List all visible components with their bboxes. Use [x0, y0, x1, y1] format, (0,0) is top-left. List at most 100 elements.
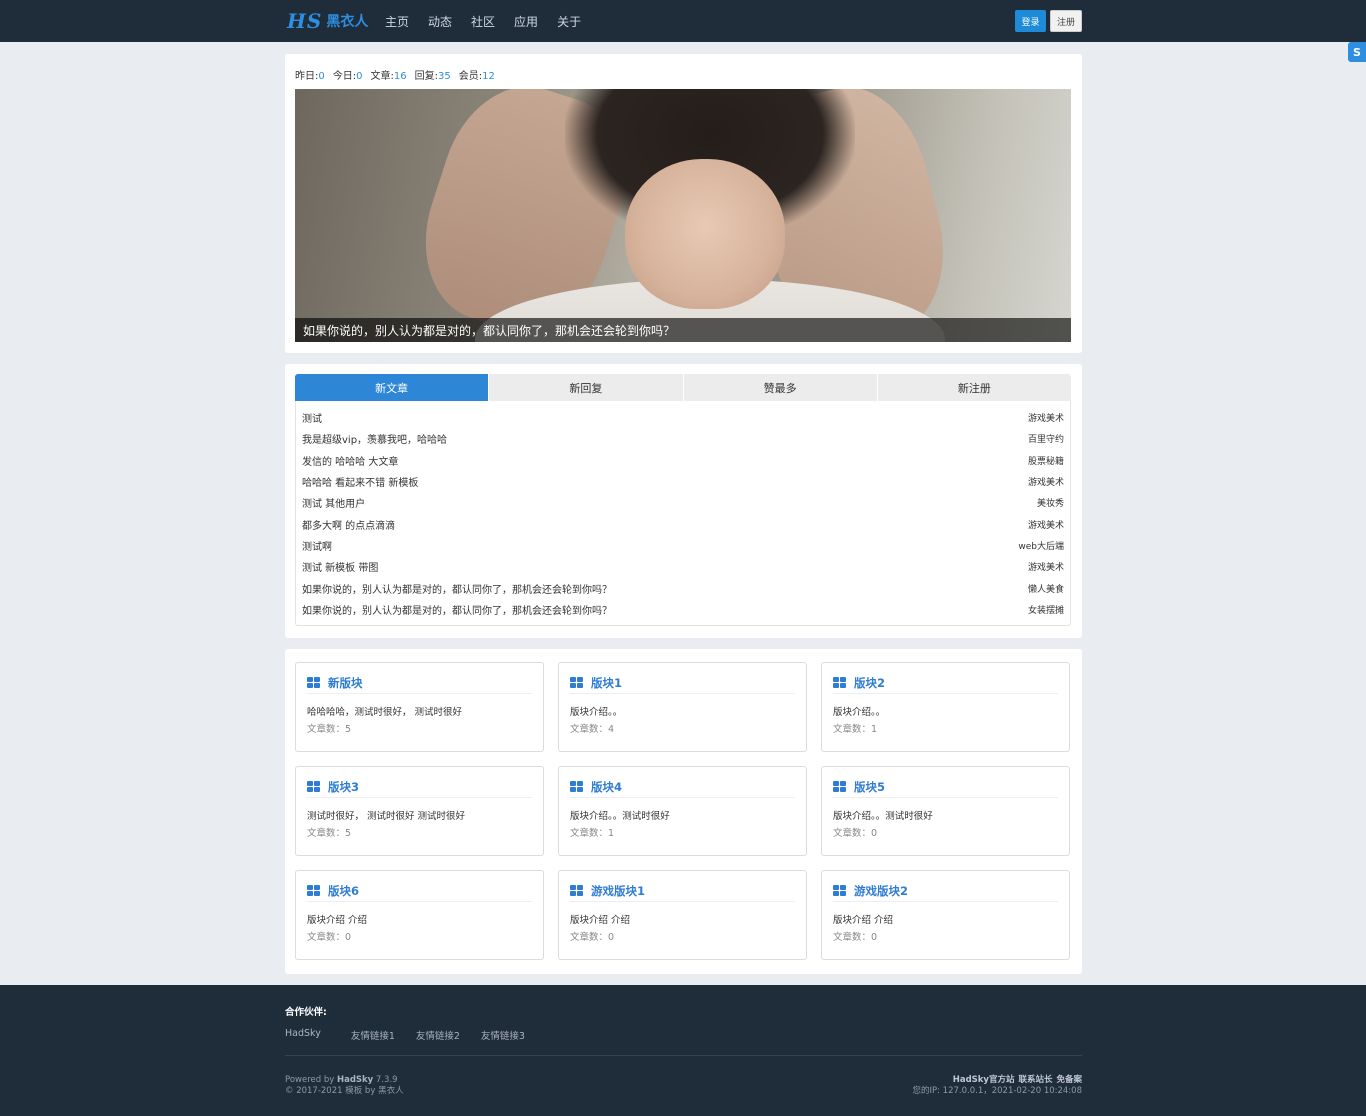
article-title[interactable]: 测试 新模板 带图 [302, 559, 378, 574]
list-item: 测试 其他用户 美妆秀 [296, 492, 1070, 513]
article-title[interactable]: 发信的 哈哈哈 大文章 [302, 453, 398, 468]
footer-info: HadSky官方站 联系站长 免备案 您的IP: 127.0.0.1，2021-02… [912, 1075, 1082, 1097]
article-category[interactable]: 百里守约 [1028, 432, 1064, 445]
board-name[interactable]: 版块4 [591, 779, 622, 795]
article-list: 测试 游戏美术 我是超级vip，羡慕我吧，哈哈哈 百里守约 发信的 哈哈哈 大文章股… [295, 401, 1071, 626]
board-name[interactable]: 版块6 [328, 883, 359, 899]
list-item: 我是超级vip，羡慕我吧，哈哈哈 百里守约 [296, 428, 1070, 449]
grid-icon [833, 884, 846, 897]
nav-activity[interactable]: 动态 [428, 13, 452, 30]
board-name[interactable]: 版块1 [591, 675, 622, 691]
tab-new-articles[interactable]: 新文章 [295, 374, 490, 401]
board-count: 文章数：1 [833, 724, 878, 735]
board-count: 文章数：0 [833, 932, 878, 943]
nav-apps[interactable]: 应用 [514, 13, 538, 30]
board-card[interactable]: 版块5 版块介绍。。测试时很好 文章数：0 [821, 766, 1070, 856]
article-category[interactable]: 懒人美食 [1028, 582, 1064, 595]
board-desc: 版块介绍 介绍 [833, 915, 894, 926]
article-title[interactable]: 都多大啊 的点点滴滴 [302, 517, 395, 532]
board-name[interactable]: 游戏版块1 [591, 883, 645, 899]
article-category[interactable]: 游戏美术 [1028, 411, 1064, 424]
board-desc: 版块介绍。。测试时很好 [833, 811, 933, 822]
partner-link[interactable]: HadSky [285, 1028, 321, 1042]
board-desc: 版块介绍 介绍 [570, 915, 631, 926]
ip-line: 您的IP: 127.0.0.1，2021-02-20 10:24:08 [912, 1086, 1082, 1096]
tab-new-replies[interactable]: 新回复 [489, 374, 684, 401]
article-category[interactable]: 女装摆摊 [1028, 603, 1064, 616]
nav-community[interactable]: 社区 [471, 13, 495, 30]
list-item: 测试啊 web大后端 [296, 535, 1070, 556]
board-name[interactable]: 新版块 [328, 675, 363, 691]
tab-most-liked[interactable]: 赞最多 [683, 374, 878, 401]
nav-home[interactable]: 主页 [385, 13, 409, 30]
article-title[interactable]: 测试啊 [302, 538, 332, 553]
grid-icon [833, 676, 846, 689]
article-title[interactable]: 测试 其他用户 [302, 495, 365, 510]
banner-slide[interactable]: 如果你说的，别人认为都是对的，都认同你了，那机会还会轮到你吗？ [295, 89, 1071, 342]
contact-link[interactable]: 联系站长 [1018, 1075, 1052, 1085]
tab-new-members[interactable]: 新注册 [877, 374, 1071, 401]
stat-replies: 回复:35 [414, 71, 451, 82]
board-card[interactable]: 新版块 哈哈哈哈，测试时很好， 测试时很好 文章数：5 [295, 662, 544, 752]
article-title[interactable]: 我是超级vip，羡慕我吧，哈哈哈 [302, 431, 447, 446]
board-desc: 版块介绍。。测试时很好 [570, 811, 670, 822]
powered-link[interactable]: HadSky [337, 1075, 373, 1085]
icp-link[interactable]: 免备案 [1056, 1075, 1082, 1085]
grid-icon [570, 676, 583, 689]
board-name[interactable]: 版块5 [854, 779, 885, 795]
article-title[interactable]: 测试 [302, 410, 322, 425]
board-desc: 版块介绍 介绍 [307, 915, 368, 926]
grid-icon [307, 676, 320, 689]
board-count: 文章数：4 [570, 724, 615, 735]
banner-caption[interactable]: 如果你说的，别人认为都是对的，都认同你了，那机会还会轮到你吗？ [295, 318, 1071, 342]
list-item: 哈哈哈 看起来不错 新模板 游戏美术 [296, 471, 1070, 492]
board-card[interactable]: 版块1 版块介绍。。 文章数：4 [558, 662, 807, 752]
partner-link[interactable]: 友情链接2 [416, 1028, 460, 1042]
stat-yesterday: 昨日:0 [295, 71, 325, 82]
logo-mark: HS [287, 9, 323, 33]
side-widget-icon[interactable]: S [1348, 42, 1366, 62]
register-button[interactable]: 注册 [1050, 10, 1082, 32]
nav-about[interactable]: 关于 [557, 13, 581, 30]
grid-icon [307, 780, 320, 793]
board-count: 文章数：1 [570, 828, 615, 839]
board-count: 文章数：5 [307, 828, 352, 839]
board-card[interactable]: 版块4 版块介绍。。测试时很好 文章数：1 [558, 766, 807, 856]
logo-text: 黑衣人 [326, 14, 369, 30]
board-desc: 哈哈哈哈，测试时很好， 测试时很好 [307, 707, 463, 718]
grid-icon [570, 884, 583, 897]
partner-link[interactable]: 友情链接3 [481, 1028, 525, 1042]
board-count: 文章数：0 [570, 932, 615, 943]
article-title[interactable]: 如果你说的，别人认为都是对的，都认同你了，那机会还会轮到你吗？ [302, 581, 612, 596]
board-name[interactable]: 版块2 [854, 675, 885, 691]
list-item: 测试 游戏美术 [296, 407, 1070, 428]
board-card[interactable]: 版块6 版块介绍 介绍 文章数：0 [295, 870, 544, 960]
article-category[interactable]: 美妆秀 [1037, 496, 1064, 509]
article-category[interactable]: 游戏美术 [1028, 518, 1064, 531]
article-category[interactable]: 游戏美术 [1028, 475, 1064, 488]
board-card[interactable]: 游戏版块1 版块介绍 介绍 文章数：0 [558, 870, 807, 960]
board-count: 文章数：5 [307, 724, 352, 735]
board-name[interactable]: 游戏版块2 [854, 883, 908, 899]
latest-panel: 新文章 新回复 赞最多 新注册 测试 游戏美术 我是超级vip，羡慕我吧，哈哈哈百… [285, 364, 1082, 638]
site-stats: 昨日:0 今日:0 文章:16 回复:35 会员:12 [295, 67, 503, 82]
banner-photo-face [625, 159, 785, 309]
article-title[interactable]: 哈哈哈 看起来不错 新模板 [302, 474, 418, 489]
board-name[interactable]: 版块3 [328, 779, 359, 795]
official-site-link[interactable]: HadSky官方站 [953, 1075, 1015, 1085]
copyright: © 2017-2021 模板 by 黑衣人 [285, 1086, 404, 1096]
board-card[interactable]: 游戏版块2 版块介绍 介绍 文章数：0 [821, 870, 1070, 960]
article-category[interactable]: 游戏美术 [1028, 560, 1064, 573]
boards-panel: 新版块 哈哈哈哈，测试时很好， 测试时很好 文章数：5 版块1 版块介绍。。 文… [285, 649, 1082, 974]
list-item: 如果你说的，别人认为都是对的，都认同你了，那机会还会轮到你吗？ 女装摆摊 [296, 599, 1070, 620]
site-logo[interactable]: HS 黑衣人 [287, 8, 368, 34]
partner-link[interactable]: 友情链接1 [351, 1028, 395, 1042]
article-category[interactable]: web大后端 [1018, 539, 1064, 552]
board-card[interactable]: 版块3 测试时很好， 测试时很好 测试时很好 文章数：5 [295, 766, 544, 856]
board-card[interactable]: 版块2 版块介绍。。 文章数：1 [821, 662, 1070, 752]
footer-divider [285, 1055, 1082, 1056]
article-category[interactable]: 股票秘籍 [1028, 454, 1064, 467]
article-title[interactable]: 如果你说的，别人认为都是对的，都认同你了，那机会还会轮到你吗？ [302, 602, 612, 617]
stat-members: 会员:12 [458, 71, 495, 82]
login-button[interactable]: 登录 [1015, 10, 1046, 32]
